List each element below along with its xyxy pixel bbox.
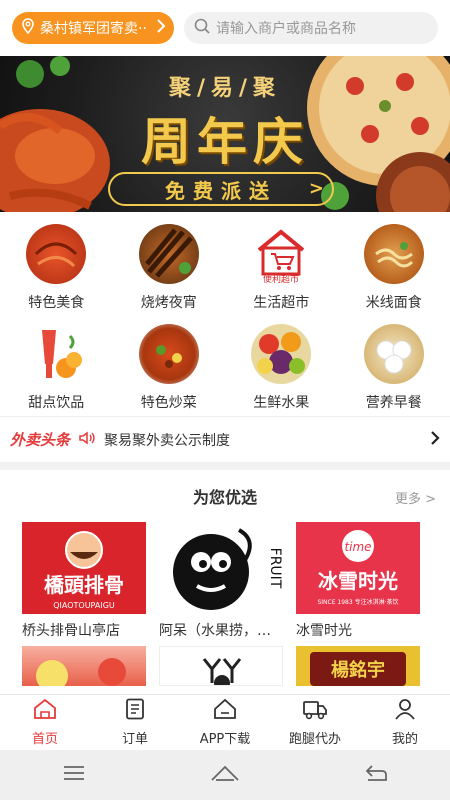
category-label: 生活超市 bbox=[253, 295, 310, 311]
location-text: 桑村镇军团寄卖·· bbox=[40, 21, 147, 37]
shop-card[interactable] bbox=[22, 646, 146, 686]
shop-card[interactable]: 橋頭排骨 QIAOTOUPAIGU 桥头排骨山亭店 bbox=[22, 522, 146, 646]
category-grid: 特色美食 烧烤夜宵 便利超市 生活超市 米线面食 甜点饮品 特色炒菜 生鲜水果 … bbox=[0, 212, 450, 412]
banner-cta-label: 免费派送 bbox=[165, 178, 277, 203]
fruit-photo bbox=[251, 324, 312, 384]
promo-banner[interactable]: 聚/易/聚 周年庆 免费派送 > bbox=[0, 56, 450, 212]
tab-mine[interactable]: 我的 bbox=[360, 695, 450, 750]
supermarket-icon-text: 便利超市 bbox=[263, 273, 299, 284]
shop-logo-text: FRUIT bbox=[267, 548, 283, 589]
shop-logo: FRUIT bbox=[159, 522, 283, 614]
chevron-right-icon: > bbox=[308, 178, 324, 199]
shop-name: 桥头排骨山亭店 bbox=[22, 623, 120, 639]
category-label: 特色美食 bbox=[28, 295, 85, 311]
supermarket-icon: 便利超市 bbox=[251, 224, 312, 284]
shop-grid: 橋頭排骨 QIAOTOUPAIGU 桥头排骨山亭店 FRUIT 阿呆（水果捞，…… bbox=[0, 522, 450, 686]
shop-logo: time 冰雪时光 SINCE 1983 专注冰淇淋·茶饮 bbox=[296, 522, 420, 614]
shop-card[interactable]: 楊銘宇 bbox=[296, 646, 420, 686]
shop-card[interactable]: FRUIT 阿呆（水果捞，… bbox=[159, 522, 283, 646]
category-item[interactable]: 生鲜水果 bbox=[225, 312, 338, 412]
category-label: 生鲜水果 bbox=[253, 395, 310, 411]
chevron-right-icon bbox=[156, 19, 166, 37]
category-item[interactable]: 特色炒菜 bbox=[113, 312, 226, 412]
shop-logo-sub: SINCE 1983 专注冰淇淋·茶饮 bbox=[317, 598, 398, 606]
shop-card[interactable] bbox=[159, 646, 283, 686]
category-label: 米线面食 bbox=[365, 295, 422, 311]
category-item[interactable]: 便利超市 生活超市 bbox=[225, 212, 338, 312]
order-icon bbox=[124, 698, 146, 724]
category-label: 营养早餐 bbox=[365, 395, 422, 411]
home-button-icon[interactable] bbox=[210, 764, 240, 786]
category-item[interactable]: 营养早餐 bbox=[338, 312, 450, 412]
delivery-truck-icon bbox=[302, 698, 328, 724]
tab-label: 订单 bbox=[121, 732, 148, 747]
section-divider bbox=[0, 462, 450, 470]
stirfry-photo bbox=[138, 324, 199, 384]
shop-name: 阿呆（水果捞，… bbox=[159, 623, 271, 639]
more-label: 更多 bbox=[394, 492, 421, 507]
speaker-icon bbox=[78, 429, 96, 451]
tab-label: APP下载 bbox=[199, 732, 251, 747]
tab-label: 首页 bbox=[31, 732, 58, 747]
category-item[interactable]: 米线面食 bbox=[338, 212, 450, 312]
crayfish-photo bbox=[26, 224, 87, 284]
shop-logo-badge: time bbox=[344, 540, 371, 554]
category-label: 甜点饮品 bbox=[28, 395, 85, 411]
bottom-tab-bar: 首页 订单 APP下载 跑腿代办 我的 bbox=[0, 694, 450, 750]
recommend-section: 为您优选 更多 > 橋頭排骨 QIAOTOUPAIGU 桥头排骨山亭店 FRUI… bbox=[0, 470, 450, 694]
skewers-photo bbox=[138, 224, 199, 284]
tab-label: 跑腿代办 bbox=[288, 732, 341, 747]
shop-name: 冰雪时光 bbox=[296, 623, 352, 639]
user-icon bbox=[394, 698, 416, 724]
category-item[interactable]: 甜点饮品 bbox=[0, 312, 113, 412]
category-item[interactable]: 特色美食 bbox=[0, 212, 113, 312]
shop-logo-text: 冰雪时光 bbox=[318, 569, 398, 593]
chevron-right-icon: > bbox=[420, 492, 436, 507]
notice-bar[interactable]: 外卖头条 聚易聚外卖公示制度 bbox=[0, 416, 450, 462]
top-header: 桑村镇军团寄卖·· 请输入商户或商品名称 bbox=[0, 0, 450, 56]
noodles-photo bbox=[363, 224, 424, 284]
tab-orders[interactable]: 订单 bbox=[90, 695, 180, 750]
shop-logo: 楊銘宇 bbox=[296, 646, 420, 686]
tab-label: 我的 bbox=[391, 732, 418, 747]
notice-brand: 外卖头条 bbox=[10, 431, 71, 449]
dumplings-photo bbox=[363, 324, 424, 384]
banner-cta[interactable]: 免费派送 > bbox=[108, 172, 334, 206]
drinks-photo bbox=[26, 324, 87, 384]
location-selector[interactable]: 桑村镇军团寄卖·· bbox=[12, 12, 174, 44]
search-placeholder: 请输入商户或商品名称 bbox=[216, 21, 356, 37]
search-input[interactable]: 请输入商户或商品名称 bbox=[184, 12, 438, 44]
menu-icon[interactable] bbox=[62, 765, 86, 785]
category-label: 烧烤夜宵 bbox=[140, 295, 197, 311]
banner-subtitle: 聚/易/聚 bbox=[168, 76, 282, 101]
shop-logo bbox=[159, 646, 283, 686]
app-screen: 桑村镇军团寄卖·· 请输入商户或商品名称 聚/易/聚 周年庆 免费派送 > 特色… bbox=[0, 0, 450, 800]
banner-title: 周年庆 bbox=[141, 113, 309, 171]
shop-logo: 橋頭排骨 QIAOTOUPAIGU bbox=[22, 522, 146, 614]
recommend-header: 为您优选 更多 > bbox=[0, 470, 450, 522]
system-nav-bar bbox=[0, 750, 450, 800]
location-pin-icon bbox=[20, 18, 36, 38]
tab-app-download[interactable]: APP下载 bbox=[180, 695, 270, 750]
shop-logo-sub: QIAOTOUPAIGU bbox=[53, 601, 115, 610]
home-icon bbox=[33, 698, 57, 724]
app-download-icon bbox=[213, 698, 237, 724]
back-icon[interactable] bbox=[364, 764, 388, 786]
notice-text: 聚易聚外卖公示制度 bbox=[104, 432, 231, 449]
category-item[interactable]: 烧烤夜宵 bbox=[113, 212, 226, 312]
recommend-title: 为您优选 bbox=[192, 488, 257, 507]
shop-logo-text: 楊銘宇 bbox=[331, 659, 385, 681]
shop-logo-text: 橋頭排骨 bbox=[44, 573, 124, 597]
tab-errand[interactable]: 跑腿代办 bbox=[270, 695, 360, 750]
tab-home[interactable]: 首页 bbox=[0, 695, 90, 750]
shop-card[interactable]: time 冰雪时光 SINCE 1983 专注冰淇淋·茶饮 冰雪时光 bbox=[296, 522, 420, 646]
category-label: 特色炒菜 bbox=[140, 395, 197, 411]
shop-logo bbox=[22, 646, 146, 686]
chevron-right-icon[interactable] bbox=[430, 430, 440, 450]
search-icon bbox=[194, 18, 210, 38]
more-link[interactable]: 更多 > bbox=[395, 488, 436, 507]
